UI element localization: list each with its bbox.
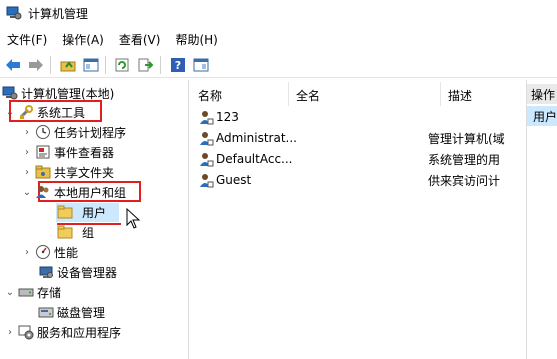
user-list-pane: 名称 全名 描述 123 Administrat... 管理计算机(域 Defa…	[190, 80, 523, 359]
user-icon	[198, 172, 214, 188]
folder-icon	[57, 204, 73, 220]
chevron-right-icon[interactable]: ›	[22, 147, 32, 158]
refresh-icon[interactable]	[113, 55, 133, 75]
list-item[interactable]: 123	[198, 107, 523, 127]
tree-item-label: 用户	[82, 205, 107, 220]
tree-item-groups[interactable]: 组	[54, 222, 94, 242]
user-name: 123	[216, 110, 239, 124]
forward-icon[interactable]	[26, 55, 46, 75]
tree-item-label: 性能	[54, 245, 79, 260]
column-header-description[interactable]: 描述	[448, 84, 472, 106]
storage-icon	[18, 284, 34, 300]
event-viewer-icon	[35, 144, 51, 160]
services-icon	[18, 324, 34, 340]
tree-item-label: 本地用户和组	[54, 185, 127, 200]
menu-action[interactable]: 操作(A)	[55, 31, 112, 48]
tree-item-label: 计算机管理(本地)	[21, 86, 115, 101]
tree-item-disk-management[interactable]: 磁盘管理	[35, 302, 105, 322]
toolbar-separator	[50, 55, 51, 74]
user-name: Guest	[216, 173, 252, 187]
chevron-down-icon[interactable]: ⌄	[22, 187, 32, 198]
chevron-right-icon[interactable]: ›	[22, 127, 32, 138]
back-icon[interactable]	[3, 55, 23, 75]
chevron-right-icon[interactable]: ›	[5, 327, 15, 338]
user-icon	[198, 109, 214, 125]
list-item[interactable]: DefaultAcc... 系统管理的用	[198, 149, 523, 169]
svg-text:?: ?	[175, 59, 181, 72]
menu-help[interactable]: 帮助(H)	[168, 31, 225, 48]
shared-folder-icon	[35, 164, 51, 180]
computer-management-icon	[2, 85, 18, 101]
title-bar: 计算机管理	[0, 0, 557, 26]
column-divider[interactable]	[288, 82, 289, 106]
user-name: Administrat...	[216, 131, 297, 145]
user-description: 供来宾访问计	[428, 173, 501, 188]
up-folder-icon[interactable]	[58, 55, 78, 75]
tree-item-label: 设备管理器	[57, 265, 118, 280]
computer-management-icon	[6, 6, 22, 20]
tree-item-local-users-groups[interactable]: ⌄ 本地用户和组	[22, 182, 126, 202]
toolbar-separator	[160, 55, 161, 74]
performance-icon	[35, 244, 51, 260]
user-description: 管理计算机(域	[428, 131, 505, 146]
tree-item-label: 事件查看器	[54, 145, 115, 160]
export-list-icon[interactable]	[136, 55, 156, 75]
list-item[interactable]: Guest 供来宾访问计	[198, 170, 523, 190]
tree-item-storage[interactable]: ⌄ 存储	[5, 282, 61, 302]
toolbar-separator	[105, 55, 106, 74]
folder-icon	[57, 224, 73, 240]
tree-item-label: 组	[82, 225, 95, 240]
disk-icon	[38, 304, 54, 320]
column-header-fullname[interactable]: 全名	[296, 84, 320, 106]
tree-item-event-viewer[interactable]: › 事件查看器	[22, 142, 114, 162]
user-description: 系统管理的用	[428, 152, 501, 167]
window-title: 计算机管理	[28, 6, 89, 21]
tree-item-shared-folders[interactable]: › 共享文件夹	[22, 162, 114, 182]
tree-item-performance[interactable]: › 性能	[22, 242, 78, 262]
navigation-tree: 计算机管理(本地) ⌄ 系统工具 › 任务计划程序 › 事件查看器 › 共享文件…	[0, 80, 189, 359]
tree-item-device-manager[interactable]: 设备管理器	[35, 262, 117, 282]
actions-item-users[interactable]: 用户	[527, 106, 557, 126]
tree-item-label: 磁盘管理	[57, 305, 106, 320]
user-name: DefaultAcc...	[216, 152, 293, 166]
user-icon	[198, 130, 214, 146]
column-divider[interactable]	[440, 82, 441, 106]
clock-icon	[35, 124, 51, 140]
tree-item-label: 存储	[37, 285, 62, 300]
list-item[interactable]: Administrat... 管理计算机(域	[198, 128, 523, 148]
tree-item-label: 共享文件夹	[54, 165, 115, 180]
toolbar: ?	[0, 52, 557, 78]
column-header-name[interactable]: 名称	[198, 84, 222, 106]
actions-pane: 操作 用户	[526, 80, 557, 359]
chevron-down-icon[interactable]: ⌄	[5, 107, 15, 118]
tree-item-label: 任务计划程序	[54, 125, 127, 140]
tree-item-system-tools[interactable]: ⌄ 系统工具	[5, 102, 85, 122]
tree-item-label: 服务和应用程序	[37, 325, 122, 340]
mouse-cursor-icon	[126, 207, 142, 233]
menu-view[interactable]: 查看(V)	[112, 31, 169, 48]
tools-icon	[18, 104, 34, 120]
tree-item-users[interactable]: 用户	[54, 202, 106, 222]
help-icon[interactable]: ?	[168, 55, 188, 75]
user-icon	[198, 151, 214, 167]
device-manager-icon	[38, 264, 54, 280]
tree-item-label: 系统工具	[37, 105, 86, 120]
chevron-down-icon[interactable]: ⌄	[5, 287, 15, 298]
menu-bar: 文件(F) 操作(A) 查看(V) 帮助(H)	[0, 28, 557, 50]
menu-file[interactable]: 文件(F)	[0, 31, 55, 48]
show-hide-tree-icon[interactable]	[81, 55, 101, 75]
tree-item-task-scheduler[interactable]: › 任务计划程序	[22, 122, 126, 142]
actions-header: 操作	[527, 84, 557, 104]
chevron-right-icon[interactable]: ›	[22, 167, 32, 178]
tree-item-services-apps[interactable]: › 服务和应用程序	[5, 322, 121, 342]
properties-icon[interactable]	[191, 55, 211, 75]
users-group-icon	[35, 184, 51, 200]
chevron-right-icon[interactable]: ›	[22, 247, 32, 258]
